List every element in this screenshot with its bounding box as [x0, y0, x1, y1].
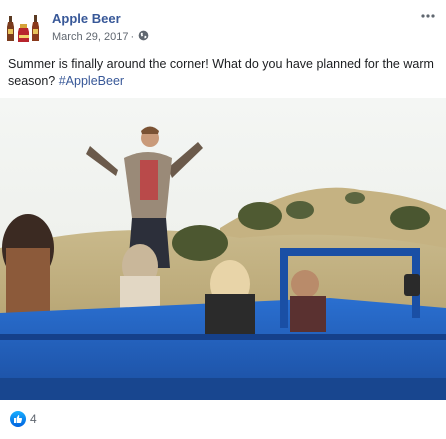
more-options-icon[interactable]: [418, 8, 438, 24]
reaction-count: 4: [30, 412, 37, 426]
globe-icon[interactable]: [138, 30, 149, 44]
post-header: Apple Beer March 29, 2017 ·: [0, 0, 446, 52]
post-photo[interactable]: [0, 98, 446, 400]
hashtag-link[interactable]: #AppleBeer: [59, 74, 124, 88]
apple-beer-logo: [7, 15, 39, 42]
friends-in-jeep-photo: [0, 98, 446, 400]
post-date[interactable]: March 29, 2017: [52, 31, 128, 43]
page-name-link[interactable]: Apple Beer: [52, 11, 121, 26]
reactions-summary[interactable]: 4: [10, 411, 37, 427]
post-meta: March 29, 2017 ·: [52, 30, 149, 44]
post-caption: Summer is finally around the corner! Wha…: [8, 56, 438, 90]
meta-separator: ·: [130, 31, 135, 43]
facebook-post: Apple Beer March 29, 2017 · Summer is fi…: [0, 0, 446, 439]
page-avatar[interactable]: [6, 10, 42, 46]
like-icon: [10, 411, 26, 427]
